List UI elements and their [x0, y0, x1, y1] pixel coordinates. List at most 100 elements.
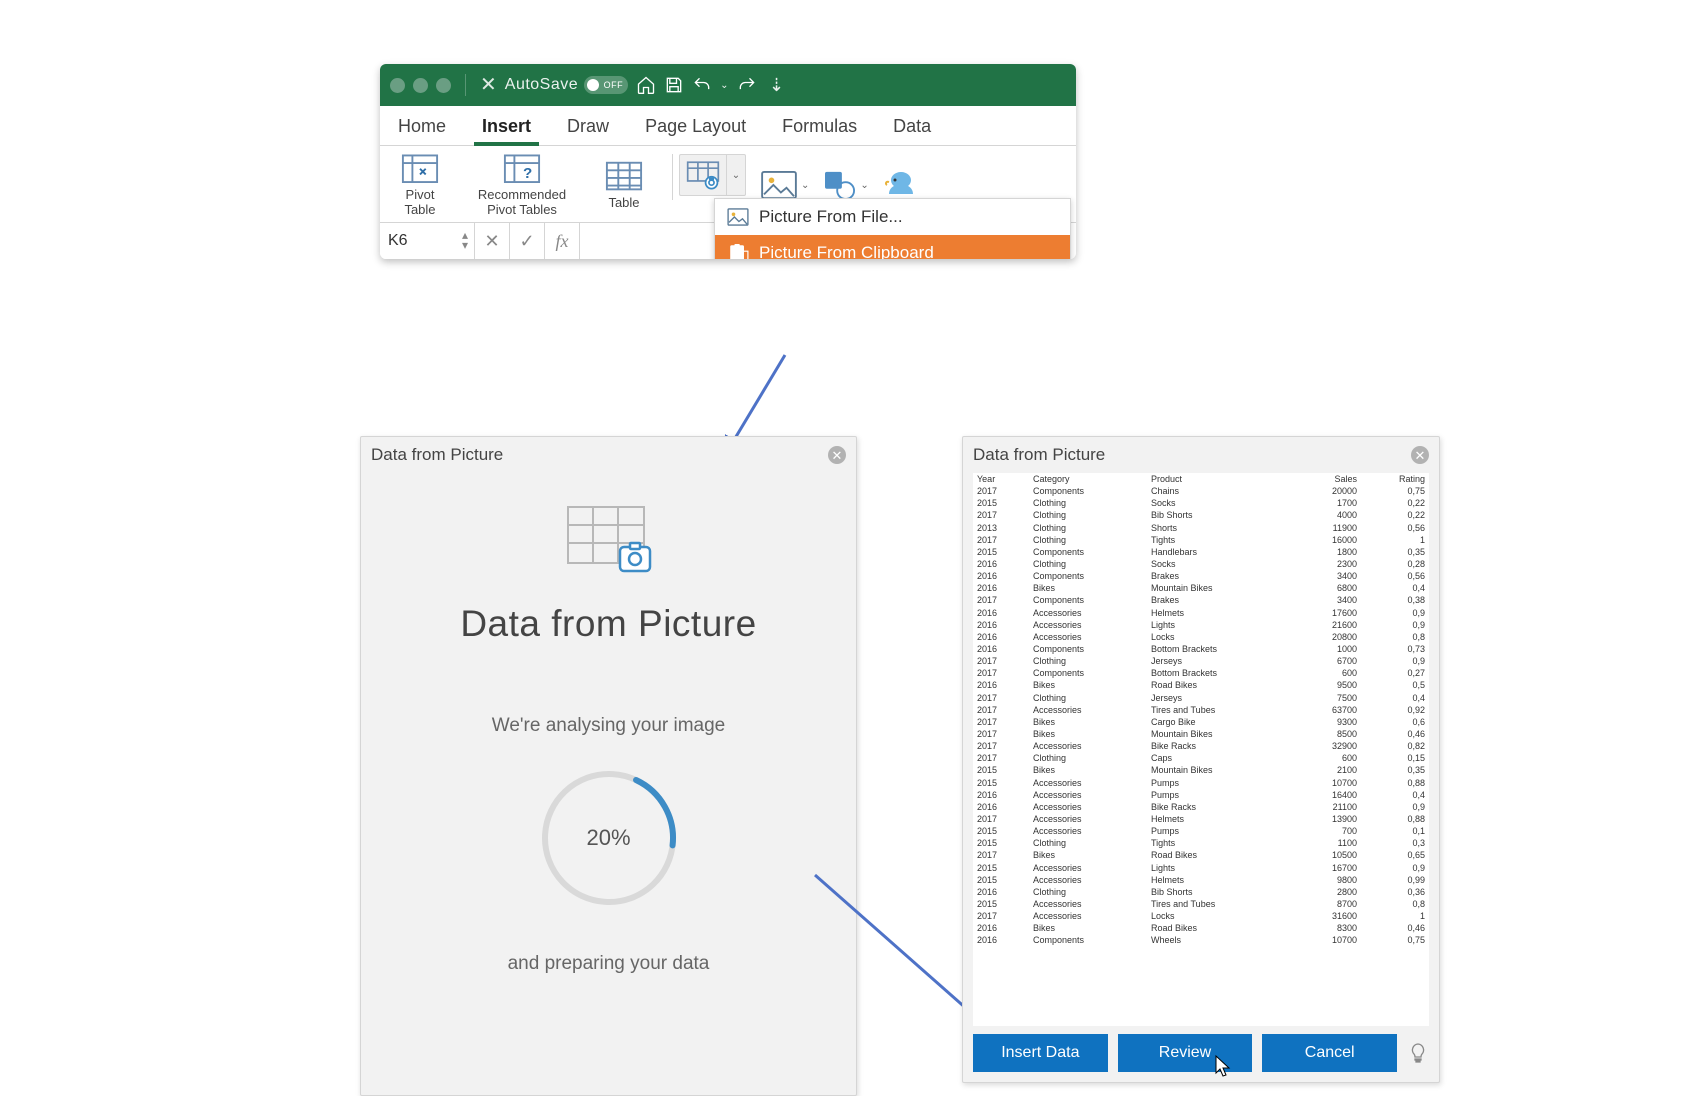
cell: 0,75 [1361, 934, 1429, 946]
table-row[interactable]: 2016BikesMountain Bikes68000,4 [973, 582, 1429, 594]
table-row[interactable]: 2017ClothingJerseys67000,9 [973, 655, 1429, 667]
fx-icon[interactable]: fx [545, 223, 580, 259]
table-row[interactable]: 2015ClothingTights11000,3 [973, 837, 1429, 849]
cell: Accessories [1029, 740, 1147, 752]
save-icon[interactable] [664, 75, 684, 95]
cell: Tights [1147, 534, 1295, 546]
table-row[interactable]: 2016ComponentsBrakes34000,56 [973, 570, 1429, 582]
cell: 2016 [973, 582, 1029, 594]
table-row[interactable]: 2015ComponentsHandlebars18000,35 [973, 546, 1429, 558]
tab-draw[interactable]: Draw [549, 106, 627, 145]
cell: Cargo Bike [1147, 716, 1295, 728]
cancel-button[interactable]: Cancel [1262, 1034, 1397, 1072]
close-icon[interactable]: ✕ [828, 446, 846, 464]
table-row[interactable]: 2016BikesRoad Bikes95000,5 [973, 679, 1429, 691]
shapes-button[interactable]: ⌄ [823, 170, 868, 200]
autosave-toggle[interactable]: AutoSave OFF [505, 76, 628, 94]
table-row[interactable]: 2017BikesRoad Bikes105000,65 [973, 849, 1429, 861]
pictures-button[interactable]: ⌄ [760, 170, 809, 200]
qat-customize-icon[interactable]: ⇣ [769, 75, 785, 96]
picture-from-clipboard-menu-item[interactable]: Picture From Clipboard [715, 235, 1070, 259]
excel-window: ✕ AutoSave OFF ⌄ ⇣ Home Insert Draw Page… [380, 64, 1076, 259]
table-row[interactable]: 2015AccessoriesTires and Tubes87000,8 [973, 898, 1429, 910]
table-row[interactable]: 2017BikesMountain Bikes85000,46 [973, 728, 1429, 740]
table-row[interactable]: 2015AccessoriesLights167000,9 [973, 862, 1429, 874]
tab-insert[interactable]: Insert [464, 106, 549, 145]
table-row[interactable]: 2016AccessoriesPumps164000,4 [973, 789, 1429, 801]
table-row[interactable]: 2017ComponentsChains200000,75 [973, 485, 1429, 497]
cancel-formula-icon[interactable]: ✕ [475, 223, 510, 259]
table-row[interactable]: 2015AccessoriesPumps107000,88 [973, 777, 1429, 789]
table-button[interactable]: Table [592, 152, 656, 218]
close-dot-icon[interactable] [390, 78, 405, 93]
table-row[interactable]: 2017ClothingBib Shorts40000,22 [973, 509, 1429, 521]
cell: 20800 [1295, 631, 1361, 643]
recommended-pivot-button[interactable]: ? Recommended Pivot Tables [462, 152, 582, 218]
table-row[interactable]: 2015ClothingSocks17000,22 [973, 497, 1429, 509]
cell: Bib Shorts [1147, 886, 1295, 898]
data-from-picture-hero-icon [564, 503, 654, 575]
tab-home[interactable]: Home [380, 106, 464, 145]
data-from-picture-icon[interactable] [679, 154, 726, 196]
tab-page-layout[interactable]: Page Layout [627, 106, 764, 145]
recommended-pivot-label: Recommended Pivot Tables [463, 188, 581, 217]
pivot-table-button[interactable]: Pivot Table [388, 152, 452, 218]
cell: Helmets [1147, 607, 1295, 619]
preview-table[interactable]: YearCategoryProductSalesRating 2017Compo… [973, 473, 1429, 1026]
table-row[interactable]: 2016ClothingSocks23000,28 [973, 558, 1429, 570]
close-icon[interactable]: ✕ [480, 75, 497, 95]
traffic-lights[interactable] [390, 78, 451, 93]
table-row[interactable]: 2017ClothingTights160001 [973, 534, 1429, 546]
table-row[interactable]: 2016ComponentsBottom Brackets10000,73 [973, 643, 1429, 655]
picture-from-file-menu-item[interactable]: Picture From File... [715, 199, 1070, 235]
table-row[interactable]: 2013ClothingShorts119000,56 [973, 522, 1429, 534]
lightbulb-icon[interactable] [1407, 1042, 1429, 1064]
close-icon[interactable]: ✕ [1411, 446, 1429, 464]
redo-icon[interactable] [737, 75, 757, 95]
tab-data[interactable]: Data [875, 106, 949, 145]
picture-from-clipboard-label: Picture From Clipboard [759, 243, 934, 259]
table-row[interactable]: 2015AccessoriesHelmets98000,99 [973, 874, 1429, 886]
table-row[interactable]: 2015AccessoriesPumps7000,1 [973, 825, 1429, 837]
table-row[interactable]: 2016AccessoriesLocks208000,8 [973, 631, 1429, 643]
cell: Helmets [1147, 813, 1295, 825]
table-row[interactable]: 2017AccessoriesBike Racks329000,82 [973, 740, 1429, 752]
table-row[interactable]: 2016BikesRoad Bikes83000,46 [973, 922, 1429, 934]
minimize-dot-icon[interactable] [413, 78, 428, 93]
name-box-dropdown-icon[interactable]: ▴▾ [462, 231, 468, 250]
cell: Bikes [1029, 582, 1147, 594]
table-row[interactable]: 2017ComponentsBottom Brackets6000,27 [973, 667, 1429, 679]
table-row[interactable]: 2017BikesCargo Bike93000,6 [973, 716, 1429, 728]
undo-dropdown-icon[interactable]: ⌄ [720, 80, 729, 91]
table-row[interactable]: 2015BikesMountain Bikes21000,35 [973, 764, 1429, 776]
table-row[interactable]: 2017AccessoriesHelmets139000,88 [973, 813, 1429, 825]
column-header: Rating [1361, 473, 1429, 485]
cell: Locks [1147, 910, 1295, 922]
tab-formulas[interactable]: Formulas [764, 106, 875, 145]
table-row[interactable]: 2017AccessoriesLocks316001 [973, 910, 1429, 922]
name-box[interactable]: K6 ▴▾ [380, 223, 475, 259]
table-row[interactable]: 2017AccessoriesTires and Tubes637000,92 [973, 704, 1429, 716]
undo-icon[interactable] [692, 75, 712, 95]
review-button[interactable]: Review [1118, 1034, 1253, 1072]
home-icon[interactable] [636, 75, 656, 95]
table-row[interactable]: 2017ClothingJerseys75000,4 [973, 692, 1429, 704]
insert-data-button[interactable]: Insert Data [973, 1034, 1108, 1072]
table-row[interactable]: 2017ClothingCaps6000,15 [973, 752, 1429, 764]
zoom-dot-icon[interactable] [436, 78, 451, 93]
table-row[interactable]: 2016AccessoriesLights216000,9 [973, 619, 1429, 631]
data-from-picture-dropdown-icon[interactable]: ⌄ [726, 154, 746, 196]
cell: 700 [1295, 825, 1361, 837]
table-row[interactable]: 2016ClothingBib Shorts28000,36 [973, 886, 1429, 898]
table-row[interactable]: 2016AccessoriesBike Racks211000,9 [973, 801, 1429, 813]
data-from-picture-split-button[interactable]: ⌄ [679, 152, 746, 198]
cell: Socks [1147, 497, 1295, 509]
table-row[interactable]: 2016ComponentsWheels107000,75 [973, 934, 1429, 946]
cell: 600 [1295, 752, 1361, 764]
cell: 16700 [1295, 862, 1361, 874]
cell: 0,27 [1361, 667, 1429, 679]
cell: Clothing [1029, 522, 1147, 534]
enter-formula-icon[interactable]: ✓ [510, 223, 545, 259]
table-row[interactable]: 2016AccessoriesHelmets176000,9 [973, 607, 1429, 619]
table-row[interactable]: 2017ComponentsBrakes34000,38 [973, 594, 1429, 606]
